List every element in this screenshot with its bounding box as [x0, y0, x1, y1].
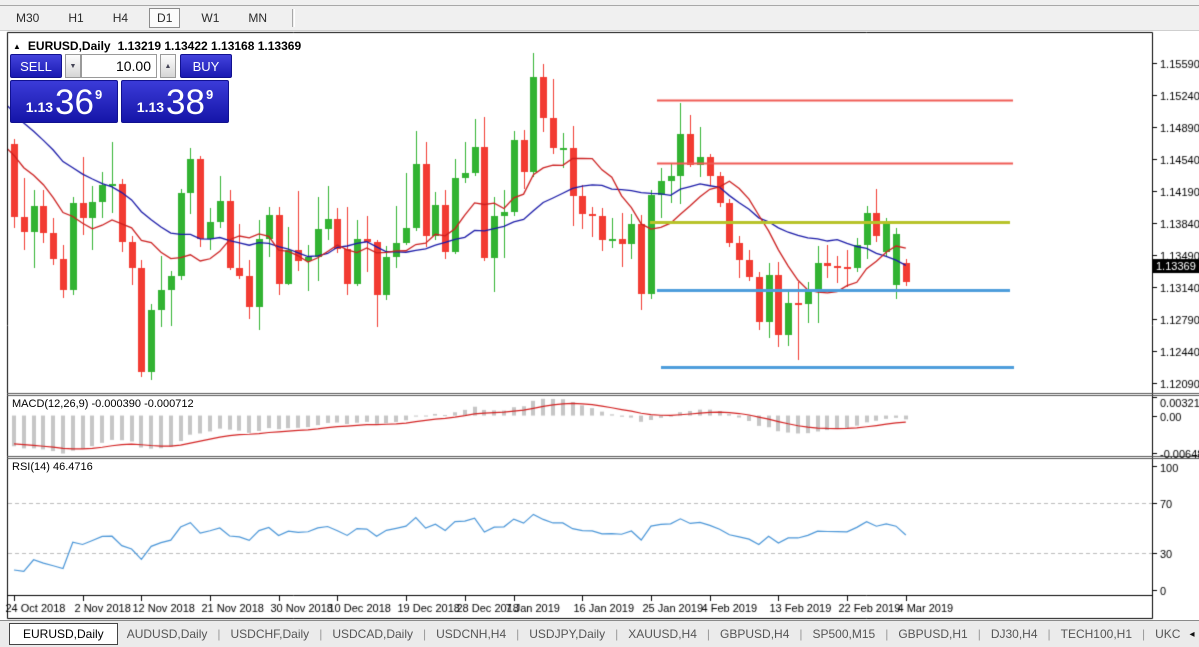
volume-decrease-button[interactable]: ▼ [65, 54, 81, 78]
buy-price-box[interactable]: 1.13 38 9 [121, 80, 229, 123]
timeframe-button-H1[interactable]: H1 [60, 8, 91, 28]
tab-separator: | [706, 627, 711, 641]
sell-price-sup: 9 [94, 87, 103, 102]
timeframe-button-D1[interactable]: D1 [149, 8, 181, 28]
rsi-indicator-label: RSI(14) 46.4716 [12, 461, 93, 473]
toolbar-separator [292, 9, 296, 27]
timeframe-button-M30[interactable]: M30 [8, 8, 47, 28]
buy-price-prefix: 1.13 [136, 99, 165, 115]
tab-TECH100-H1[interactable]: TECH100,H1 [1052, 623, 1141, 645]
tab-USDJPY-Daily[interactable]: USDJPY,Daily [520, 623, 614, 645]
sell-price-big: 36 [55, 83, 94, 122]
one-click-trade-panel: SELL ▼ 10.00 ▲ BUY 1.13 36 9 1.13 38 9 [10, 54, 232, 123]
tab-USDCAD-Daily[interactable]: USDCAD,Daily [323, 623, 422, 645]
tab-scroll-arrows: ◂▸ [1189, 629, 1199, 640]
tab-scroll-left-icon[interactable]: ◂ [1189, 629, 1194, 640]
tab-separator: | [799, 627, 803, 641]
tab-separator: | [1047, 627, 1051, 641]
ohlc-values: 1.13219 1.13422 1.13168 1.13369 [117, 39, 302, 53]
buy-button[interactable]: BUY [180, 54, 232, 78]
timeframe-toolbar: M30 H1 H4 D1 W1 MN [0, 6, 1199, 31]
tab-USDCNH-H4[interactable]: USDCNH,H4 [427, 623, 515, 645]
sell-price-prefix: 1.13 [25, 99, 54, 115]
volume-input[interactable]: 10.00 [81, 54, 157, 78]
tab-separator: | [319, 627, 323, 641]
timeframe-button-MN[interactable]: MN [240, 8, 275, 28]
tab-USDCHF-Daily[interactable]: USDCHF,Daily [222, 623, 319, 645]
tab-separator: | [1142, 627, 1146, 641]
macd-indicator-label: MACD(12,26,9) -0.000390 -0.000712 [12, 398, 194, 410]
tab-UKC[interactable]: UKC [1146, 623, 1189, 645]
tab-separator: | [615, 627, 619, 641]
sell-price-box[interactable]: 1.13 36 9 [10, 80, 118, 123]
timeframe-button-H4[interactable]: H4 [105, 8, 136, 28]
tab-EURUSD-Daily[interactable]: EURUSD,Daily [9, 623, 118, 645]
chart-title: ▲ EURUSD,Daily 1.13219 1.13422 1.13168 1… [13, 39, 301, 53]
tab-separator: | [977, 627, 981, 641]
tab-SP500-M15[interactable]: SP500,M15 [804, 623, 885, 645]
tab-GBPUSD-H1[interactable]: GBPUSD,H1 [889, 623, 976, 645]
symbol-tabbar: EURUSD,Daily AUDUSD,Daily | USDCHF,Daily | US… [0, 620, 1199, 647]
tab-GBPUSD-H4[interactable]: GBPUSD,H4 [711, 623, 798, 645]
tab-separator: | [885, 627, 889, 641]
buy-price-sup: 9 [205, 87, 214, 102]
tab-separator: | [423, 627, 427, 641]
timeframe-button-W1[interactable]: W1 [193, 8, 227, 28]
tab-XAUUSD-H4[interactable]: XAUUSD,H4 [619, 623, 706, 645]
symbol-title-label: EURUSD,Daily [27, 39, 111, 53]
sell-button[interactable]: SELL [10, 54, 62, 78]
tab-separator: | [516, 627, 520, 641]
volume-increase-button[interactable]: ▲ [160, 54, 176, 78]
tab-DJ30-H4[interactable]: DJ30,H4 [982, 623, 1047, 645]
collapse-arrow-icon[interactable]: ▲ [13, 42, 21, 51]
tab-AUDUSD-Daily[interactable]: AUDUSD,Daily [118, 623, 217, 645]
tab-separator: | [217, 627, 221, 641]
buy-price-big: 38 [166, 83, 205, 122]
